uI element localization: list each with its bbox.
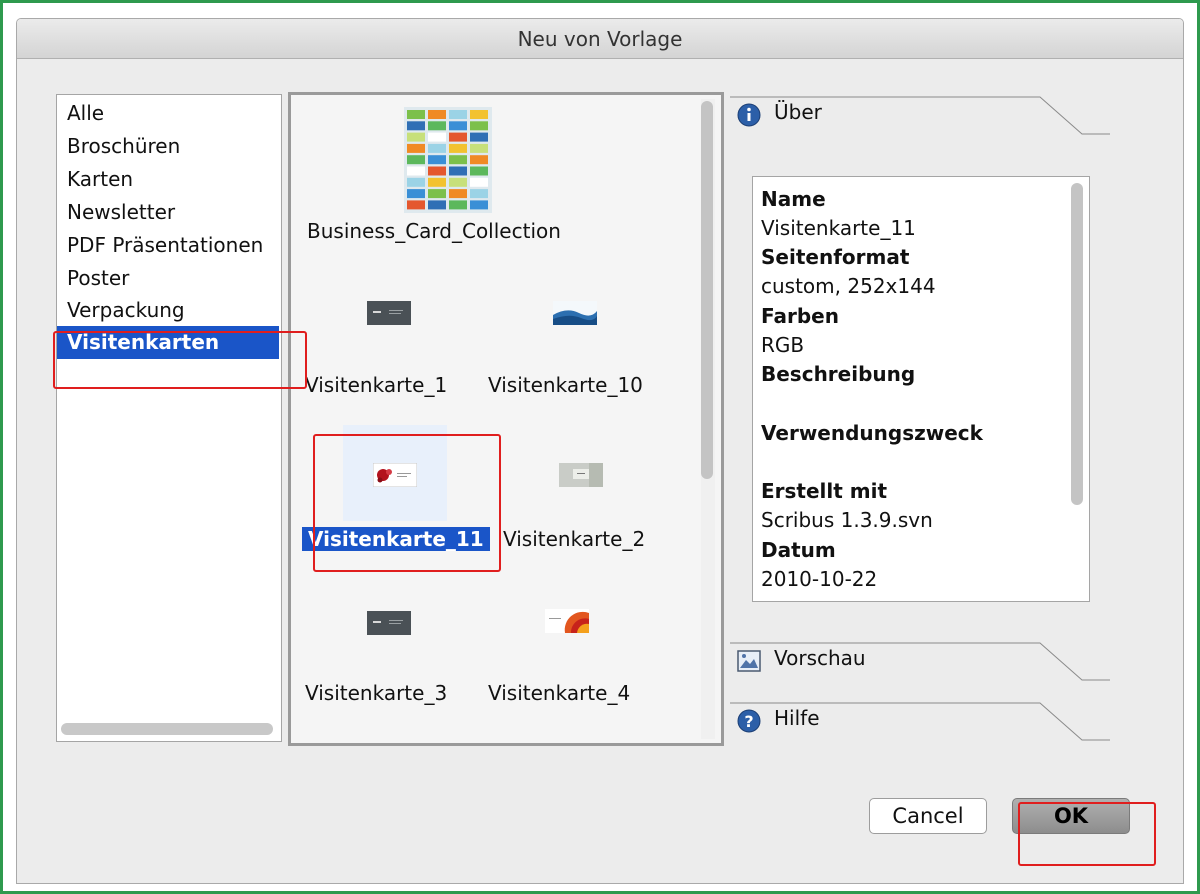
mosaic-tile (428, 200, 446, 210)
mosaic-tile (407, 189, 425, 199)
mosaic-tile (449, 143, 467, 153)
category-item-verpackung[interactable]: Verpackung (57, 294, 279, 327)
info-usage-label: Verwendungszweck (761, 421, 983, 445)
mosaic-tile (449, 110, 467, 119)
info-panel-scrollbar[interactable] (1071, 183, 1083, 505)
category-item-poster[interactable]: Poster (57, 262, 279, 295)
section-help-title: Hilfe (774, 706, 820, 730)
template-item-visitenkarte-1[interactable]: Visitenkarte_1 (301, 275, 481, 397)
category-item-newsletter[interactable]: Newsletter (57, 196, 279, 229)
mosaic-tile (470, 143, 488, 153)
section-about-title: Über (774, 100, 822, 124)
info-date-label: Datum (761, 538, 836, 562)
template-label: Visitenkarte_1 (305, 373, 448, 397)
template-item-business-card-collection[interactable]: Business_Card_Collection (291, 95, 691, 255)
template-item-visitenkarte-10[interactable]: Visitenkarte_10 (485, 275, 675, 397)
mosaic-tile (407, 177, 425, 187)
template-label: Business_Card_Collection (307, 219, 561, 243)
mosaic-tile (470, 177, 488, 187)
category-item-broschueren[interactable]: Broschüren (57, 130, 279, 163)
annotation-highlight-category (53, 331, 307, 389)
info-colors-label: Farben (761, 304, 839, 328)
mosaic-tile (407, 110, 425, 119)
svg-text:?: ? (744, 712, 753, 731)
mosaic-tile (449, 166, 467, 176)
template-item-visitenkarte-4[interactable]: Visitenkarte_4 (485, 585, 675, 719)
info-icon (737, 103, 761, 127)
mosaic-tile (428, 121, 446, 131)
template-label: Visitenkarte_10 (488, 373, 643, 397)
category-list[interactable]: Alle Broschüren Karten Newsletter PDF Pr… (56, 94, 282, 742)
info-colors-value: RGB (761, 333, 805, 357)
template-thumbnail (404, 107, 492, 213)
info-created-value: Scribus 1.3.9.svn (761, 508, 933, 532)
section-about-header[interactable]: Über (730, 96, 1130, 136)
category-item-karten[interactable]: Karten (57, 163, 279, 196)
mosaic-tile (449, 189, 467, 199)
mosaic-tile (470, 132, 488, 142)
category-item-alle[interactable]: Alle (57, 97, 279, 130)
template-grid[interactable]: Business_Card_Collection Visitenkarte_1 … (288, 92, 724, 746)
mosaic-tile (449, 200, 467, 210)
template-label: Visitenkarte_2 (503, 527, 646, 551)
mosaic-tile (470, 155, 488, 165)
mosaic-tile (470, 166, 488, 176)
template-item-visitenkarte-3[interactable]: Visitenkarte_3 (301, 585, 481, 719)
mosaic-tile (449, 155, 467, 165)
mosaic-tile (470, 200, 488, 210)
template-thumbnail (553, 301, 597, 325)
info-description-label: Beschreibung (761, 362, 916, 386)
info-pageformat-label: Seitenformat (761, 245, 910, 269)
template-thumbnail (367, 611, 411, 635)
section-preview-header[interactable]: Vorschau (730, 642, 1130, 682)
dialog-title: Neu von Vorlage (17, 19, 1183, 59)
mosaic-tile (428, 155, 446, 165)
template-thumbnail (559, 463, 603, 487)
template-thumbnail (367, 301, 411, 325)
template-item-visitenkarte-2[interactable]: Visitenkarte_2 (485, 425, 675, 559)
info-name-label: Name (761, 187, 826, 211)
template-label: Visitenkarte_3 (305, 681, 448, 705)
mosaic-tile (407, 166, 425, 176)
help-icon: ? (737, 709, 761, 733)
mosaic-tile (428, 166, 446, 176)
mosaic-tile (428, 143, 446, 153)
mosaic-tile (449, 177, 467, 187)
mosaic-tile (470, 110, 488, 119)
mosaic-tile (470, 189, 488, 199)
mosaic-tile (449, 132, 467, 142)
mosaic-tile (449, 121, 467, 131)
cancel-button[interactable]: Cancel (869, 798, 987, 834)
section-help-header[interactable]: ? Hilfe (730, 702, 1130, 742)
mosaic-tile (470, 121, 488, 131)
mosaic-tile (428, 110, 446, 119)
info-date-value: 2010-10-22 (761, 567, 878, 591)
mosaic-tile (428, 177, 446, 187)
template-grid-scrollbar[interactable] (701, 101, 713, 479)
mosaic-tile (407, 132, 425, 142)
section-preview-title: Vorschau (774, 646, 866, 670)
info-name-value: Visitenkarte_11 (761, 216, 916, 240)
template-thumbnail (545, 609, 589, 633)
category-list-scrollbar[interactable] (61, 723, 273, 735)
mosaic-tile (407, 143, 425, 153)
annotation-highlight-template (313, 434, 501, 572)
mosaic-tile (407, 155, 425, 165)
template-label: Visitenkarte_4 (488, 681, 631, 705)
mosaic-tile (428, 189, 446, 199)
category-item-pdf-praesentationen[interactable]: PDF Präsentationen (57, 229, 279, 262)
mosaic-tile (407, 121, 425, 131)
info-pageformat-value: custom, 252x144 (761, 274, 936, 298)
info-created-label: Erstellt mit (761, 479, 888, 503)
mosaic-tile (407, 200, 425, 210)
image-icon (737, 650, 761, 672)
annotation-highlight-ok (1018, 802, 1156, 866)
mosaic-tile (428, 132, 446, 142)
template-info-panel: Name Visitenkarte_11 Seitenformat custom… (752, 176, 1090, 602)
